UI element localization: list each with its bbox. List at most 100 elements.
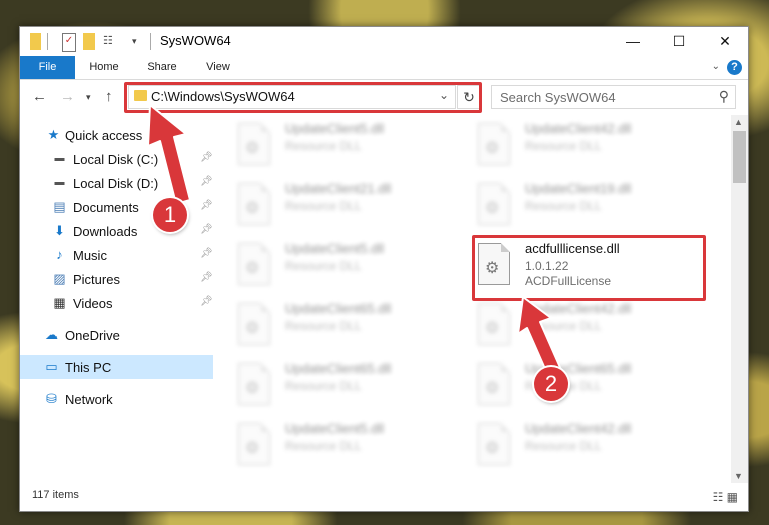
documents-icon: ▤ <box>53 199 66 214</box>
separator <box>47 33 48 50</box>
maximize-button[interactable]: ☐ <box>656 27 702 56</box>
pin-icon[interactable]: 📌︎ <box>200 200 213 211</box>
file-tile[interactable]: ⚙ UpdateClient65.dll Resource DLL <box>460 357 690 413</box>
drive-icon: ▬ <box>54 153 65 164</box>
sidebar-item-label: Documents <box>73 200 139 215</box>
file-highlight-box <box>472 235 706 301</box>
sidebar-item-label: Local Disk (D:) <box>73 176 159 191</box>
sidebar-item-this-pc[interactable]: ▭ This PC <box>20 355 213 379</box>
dll-file-icon: ⚙ <box>238 243 270 285</box>
pin-icon[interactable]: 📌︎ <box>200 176 213 187</box>
recent-locations-icon[interactable]: ▾ <box>86 92 91 103</box>
file-name: UpdateClient65.dll <box>285 361 392 376</box>
search-input[interactable]: Search SysWOW64 ⚲ <box>491 85 736 109</box>
file-tile[interactable]: ⚙ UpdateClient42.dll Resource DLL <box>460 117 690 173</box>
new-folder-icon[interactable] <box>83 33 95 50</box>
sidebar-item-label: This PC <box>65 360 112 375</box>
view-mode-icons[interactable]: ☷ ▦ <box>713 490 738 504</box>
file-tile[interactable]: ⚙ UpdateClient42.dll Resource DLL <box>460 417 690 473</box>
file-tile[interactable]: ⚙ UpdateClient21.dll Resource DLL <box>220 177 450 233</box>
file-name: UpdateClient21.dll <box>285 181 392 196</box>
minimize-button[interactable]: — <box>610 27 656 56</box>
dll-file-icon: ⚙ <box>238 183 270 225</box>
sidebar-item-local-disk-c[interactable]: ▬ Local Disk (C:) 📌︎ <box>20 147 213 171</box>
step-1-badge: 1 <box>153 198 187 232</box>
qat-dropdown-icon[interactable]: ▾ <box>132 33 142 50</box>
dll-file-icon: ⚙ <box>238 363 270 405</box>
file-name: UpdateClient19.dll <box>525 181 632 196</box>
item-count: 117 items <box>32 489 79 501</box>
sidebar-item-videos[interactable]: ▦ Videos 📌︎ <box>20 291 213 315</box>
gear-icon: ⚙ <box>485 200 500 217</box>
dll-file-icon: ⚙ <box>478 423 510 465</box>
dll-file-icon: ⚙ <box>478 123 510 165</box>
pin-icon[interactable]: 📌︎ <box>200 296 213 307</box>
tab-view[interactable]: View <box>196 56 240 79</box>
file-tile[interactable]: ⚙ UpdateClient5.dll Resource DLL <box>220 117 450 173</box>
customize-icon[interactable]: ☷ <box>103 33 115 50</box>
close-button[interactable]: ✕ <box>702 27 748 56</box>
search-icon: ⚲ <box>718 88 729 104</box>
help-icon[interactable]: ? <box>727 60 742 75</box>
window-title: SysWOW64 <box>160 33 231 48</box>
gear-icon: ⚙ <box>245 200 260 217</box>
file-tile[interactable]: ⚙ UpdateClient65.dll Resource DLL <box>220 297 450 353</box>
tab-file[interactable]: File <box>20 56 75 79</box>
forward-arrow-icon[interactable]: → <box>60 88 75 105</box>
dll-file-icon: ⚙ <box>478 303 510 345</box>
sidebar-item-quick-access[interactable]: ★ Quick access <box>20 123 213 147</box>
sidebar-item-label: Quick access <box>65 128 143 143</box>
gear-icon: ⚙ <box>485 380 500 397</box>
sidebar-item-label: Videos <box>73 296 113 311</box>
pin-icon[interactable]: 📌︎ <box>200 152 213 163</box>
sidebar-item-label: Local Disk (C:) <box>73 152 159 167</box>
sidebar-item-label: Pictures <box>73 272 120 287</box>
pin-icon[interactable]: 📌︎ <box>200 248 213 259</box>
sidebar-item-music[interactable]: ♪ Music 📌︎ <box>20 243 213 267</box>
back-arrow-icon[interactable]: ← <box>32 88 47 105</box>
dll-file-icon: ⚙ <box>238 303 270 345</box>
dll-file-icon: ⚙ <box>238 123 270 165</box>
gear-icon: ⚙ <box>485 440 500 457</box>
file-name: UpdateClient42.dll <box>525 421 632 436</box>
file-name: UpdateClient5.dll <box>285 241 385 256</box>
scroll-up-icon[interactable]: ▲ <box>734 117 743 127</box>
file-tile[interactable]: ⚙ UpdateClient19.dll Resource DLL <box>460 177 690 233</box>
gear-icon: ⚙ <box>245 320 260 337</box>
file-tile[interactable]: ⚙ UpdateClient5.dll Resource DLL <box>220 417 450 473</box>
ribbon-expand-icon[interactable]: ⌄ <box>712 61 720 72</box>
file-description: Resource DLL <box>285 439 362 453</box>
sidebar-item-label: Network <box>65 392 113 407</box>
sidebar-item-pictures[interactable]: ▨ Pictures 📌︎ <box>20 267 213 291</box>
properties-icon[interactable]: ✓ <box>62 33 76 52</box>
scroll-down-icon[interactable]: ▼ <box>734 471 743 481</box>
file-description: Resource DLL <box>285 379 362 393</box>
videos-icon: ▦ <box>53 295 66 310</box>
download-icon: ⬇ <box>54 223 65 238</box>
file-description: Resource DLL <box>285 259 362 273</box>
sidebar-item-onedrive[interactable]: ☁ OneDrive <box>20 323 213 347</box>
separator <box>150 33 151 50</box>
pin-icon[interactable]: 📌︎ <box>200 272 213 283</box>
sidebar-item-label: Music <box>73 248 107 263</box>
gear-icon: ⚙ <box>485 140 500 157</box>
scrollbar-thumb[interactable] <box>733 131 746 183</box>
sidebar-item-local-disk-d[interactable]: ▬ Local Disk (D:) 📌︎ <box>20 171 213 195</box>
up-arrow-icon[interactable]: ↑ <box>105 88 113 105</box>
pictures-icon: ▨ <box>53 271 66 286</box>
file-name: UpdateClient5.dll <box>285 121 385 136</box>
file-tile[interactable]: ⚙ UpdateClient42.dll Resource DLL <box>460 297 690 353</box>
file-name: UpdateClient42.dll <box>525 121 632 136</box>
file-tile[interactable]: ⚙ UpdateClient65.dll Resource DLL <box>220 357 450 413</box>
file-description: Resource DLL <box>525 139 602 153</box>
music-icon: ♪ <box>56 247 63 262</box>
vertical-scrollbar[interactable]: ▲ ▼ <box>731 115 748 483</box>
file-tile[interactable]: ⚙ UpdateClient5.dll Resource DLL <box>220 237 450 293</box>
gear-icon: ⚙ <box>245 440 260 457</box>
sidebar-item-network[interactable]: ⛁ Network <box>20 387 213 411</box>
file-description: Resource DLL <box>525 439 602 453</box>
search-placeholder: Search SysWOW64 <box>500 90 616 105</box>
tab-share[interactable]: Share <box>140 56 184 79</box>
tab-home[interactable]: Home <box>82 56 126 79</box>
pin-icon[interactable]: 📌︎ <box>200 224 213 235</box>
